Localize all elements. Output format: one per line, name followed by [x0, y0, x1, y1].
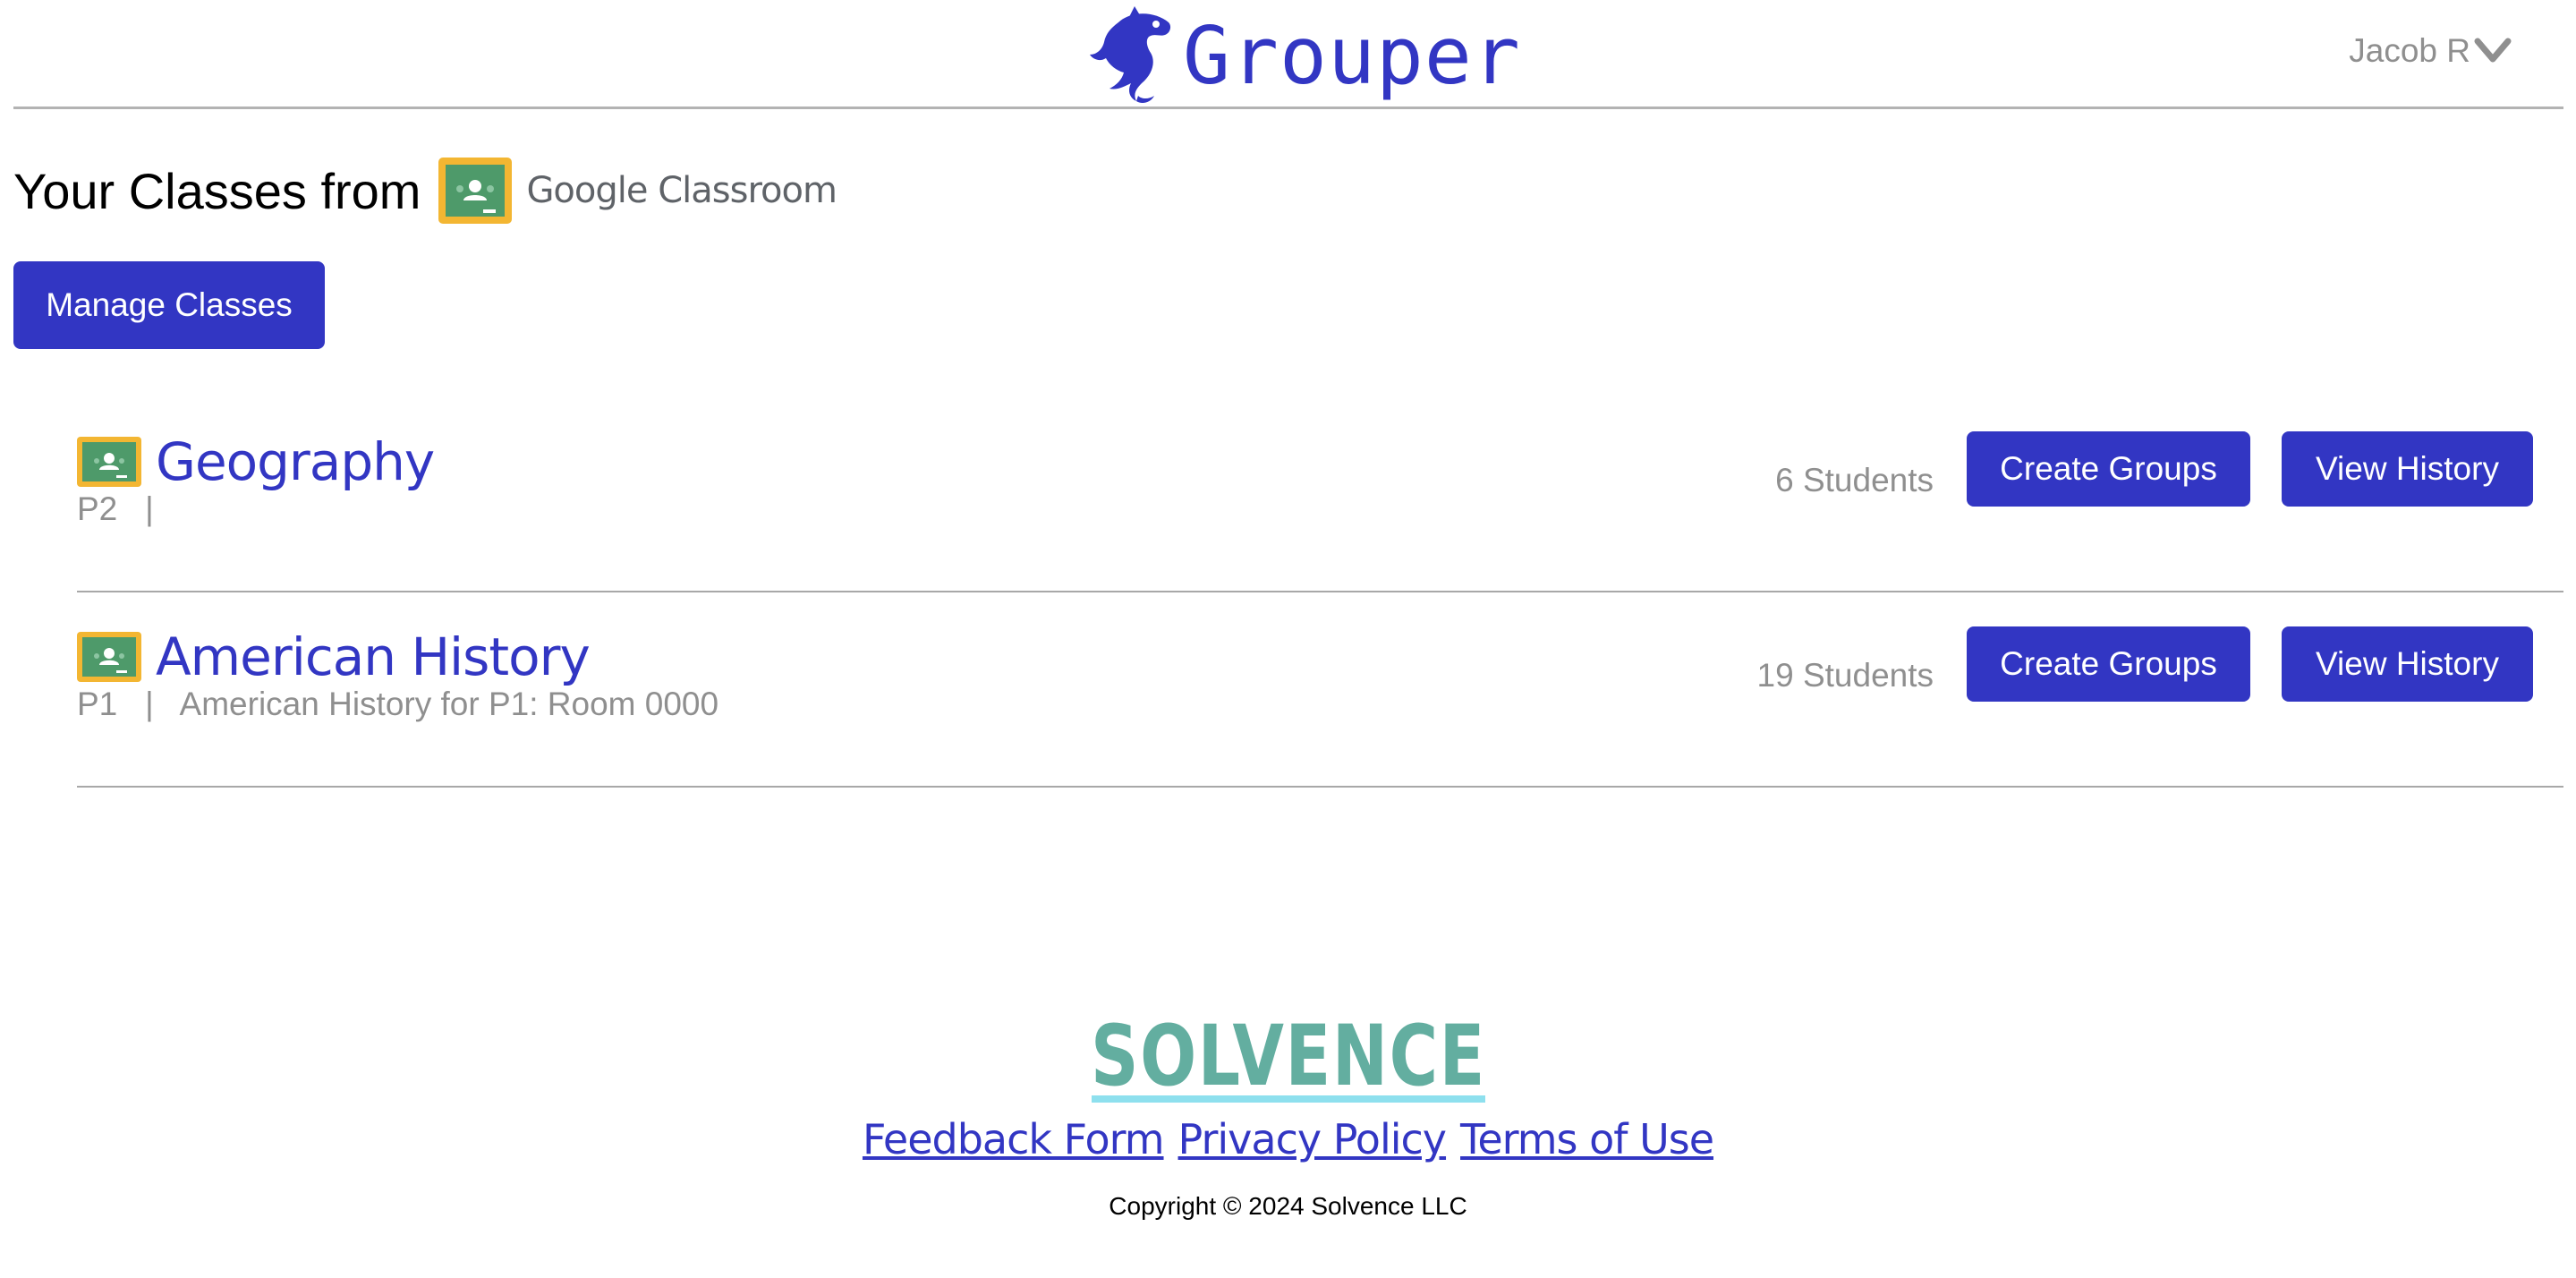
- student-count: 6 Students: [1775, 462, 1934, 498]
- classes-heading: Your Classes from Google Classroom: [13, 154, 837, 227]
- page-title: Your Classes from: [13, 162, 421, 219]
- class-row: American History P1 | American History f…: [77, 592, 2563, 788]
- feedback-form-link[interactable]: Feedback Form: [863, 1115, 1165, 1163]
- class-row: Geography P2 | 6 Students Create Groups …: [77, 397, 2563, 592]
- chevron-down-icon: [2474, 38, 2512, 63]
- class-details: P2 |: [77, 490, 182, 528]
- user-menu[interactable]: Jacob R: [2349, 32, 2512, 70]
- class-header: American History: [77, 626, 591, 687]
- top-header: Grouper Jacob R: [13, 0, 2563, 109]
- create-groups-button[interactable]: Create Groups: [1967, 626, 2250, 702]
- fish-icon: [1090, 6, 1171, 103]
- class-separator: |: [145, 490, 154, 527]
- brand-logo-link[interactable]: Grouper: [1083, 6, 1521, 106]
- class-header: Geography: [77, 431, 435, 492]
- class-period: P1: [77, 686, 118, 722]
- view-history-button[interactable]: View History: [2282, 626, 2533, 702]
- copyright-text: Copyright © 2024 Solvence LLC: [1109, 1192, 1467, 1220]
- google-classroom-icon: [77, 632, 141, 682]
- create-groups-button[interactable]: Create Groups: [1967, 431, 2250, 507]
- class-name-link[interactable]: Geography: [156, 431, 435, 492]
- class-details: P1 | American History for P1: Room 0000: [77, 686, 718, 723]
- student-count: 19 Students: [1756, 657, 1934, 694]
- app-name: Grouper: [1183, 10, 1521, 102]
- class-separator: |: [145, 686, 154, 722]
- footer-links: Feedback Form Privacy Policy Terms of Us…: [0, 1115, 2576, 1163]
- google-classroom-icon: [77, 437, 141, 487]
- class-description: American History for P1: Room 0000: [179, 686, 719, 722]
- solvence-logo-text: SOLVENCE: [1091, 1017, 1486, 1105]
- privacy-policy-link[interactable]: Privacy Policy: [1178, 1115, 1447, 1163]
- terms-of-use-link[interactable]: Terms of Use: [1460, 1115, 1714, 1163]
- class-name-link[interactable]: American History: [156, 626, 591, 687]
- view-history-button[interactable]: View History: [2282, 431, 2533, 507]
- google-classroom-icon: [438, 158, 513, 224]
- class-period: P2: [77, 490, 118, 527]
- user-name: Jacob R: [2349, 32, 2470, 69]
- page: Grouper Jacob R Your Classes from Google…: [0, 0, 2576, 1278]
- google-classroom-wordmark: Google Classroom: [526, 170, 837, 211]
- solvence-logo: SOLVENCE: [1091, 1017, 1486, 1105]
- manage-classes-button[interactable]: Manage Classes: [13, 261, 325, 349]
